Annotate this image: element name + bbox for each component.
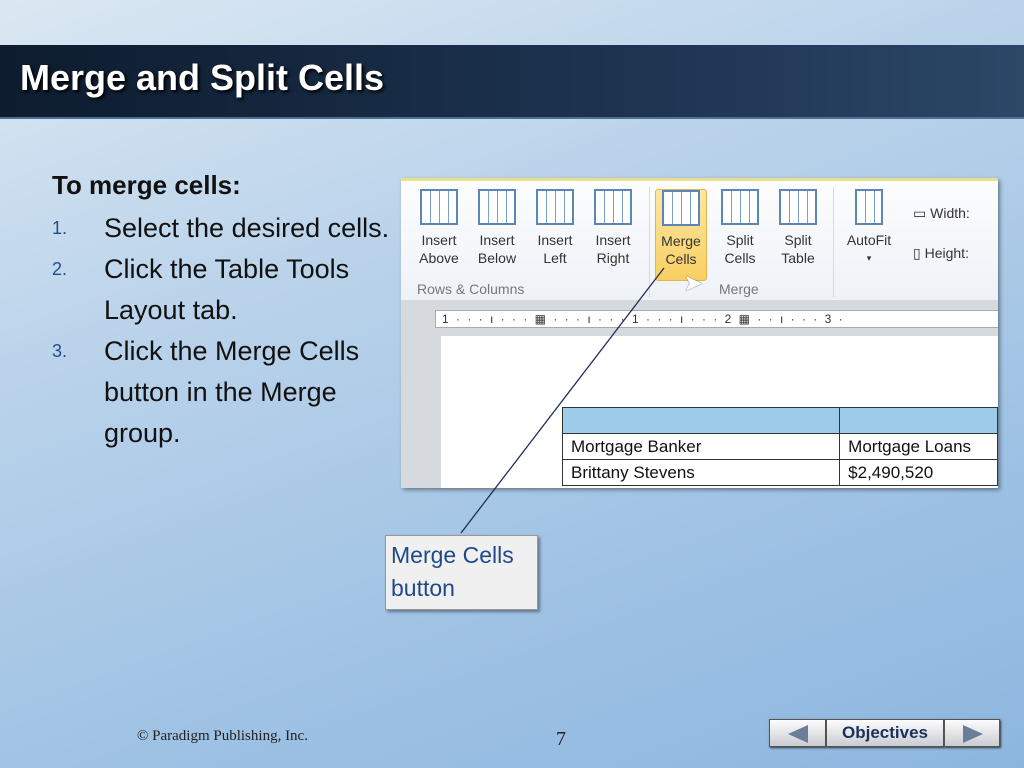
arrow-left-icon [788, 725, 808, 743]
next-button[interactable] [944, 719, 1000, 747]
arrow-right-icon [963, 725, 983, 743]
copyright: © Paradigm Publishing, Inc. [137, 728, 308, 744]
callout-box: Merge Cells button [385, 535, 538, 610]
callout-leader-line [460, 267, 665, 534]
objectives-button[interactable]: Objectives [826, 719, 944, 747]
previous-button[interactable] [769, 719, 826, 747]
page-number: 7 [556, 728, 566, 750]
